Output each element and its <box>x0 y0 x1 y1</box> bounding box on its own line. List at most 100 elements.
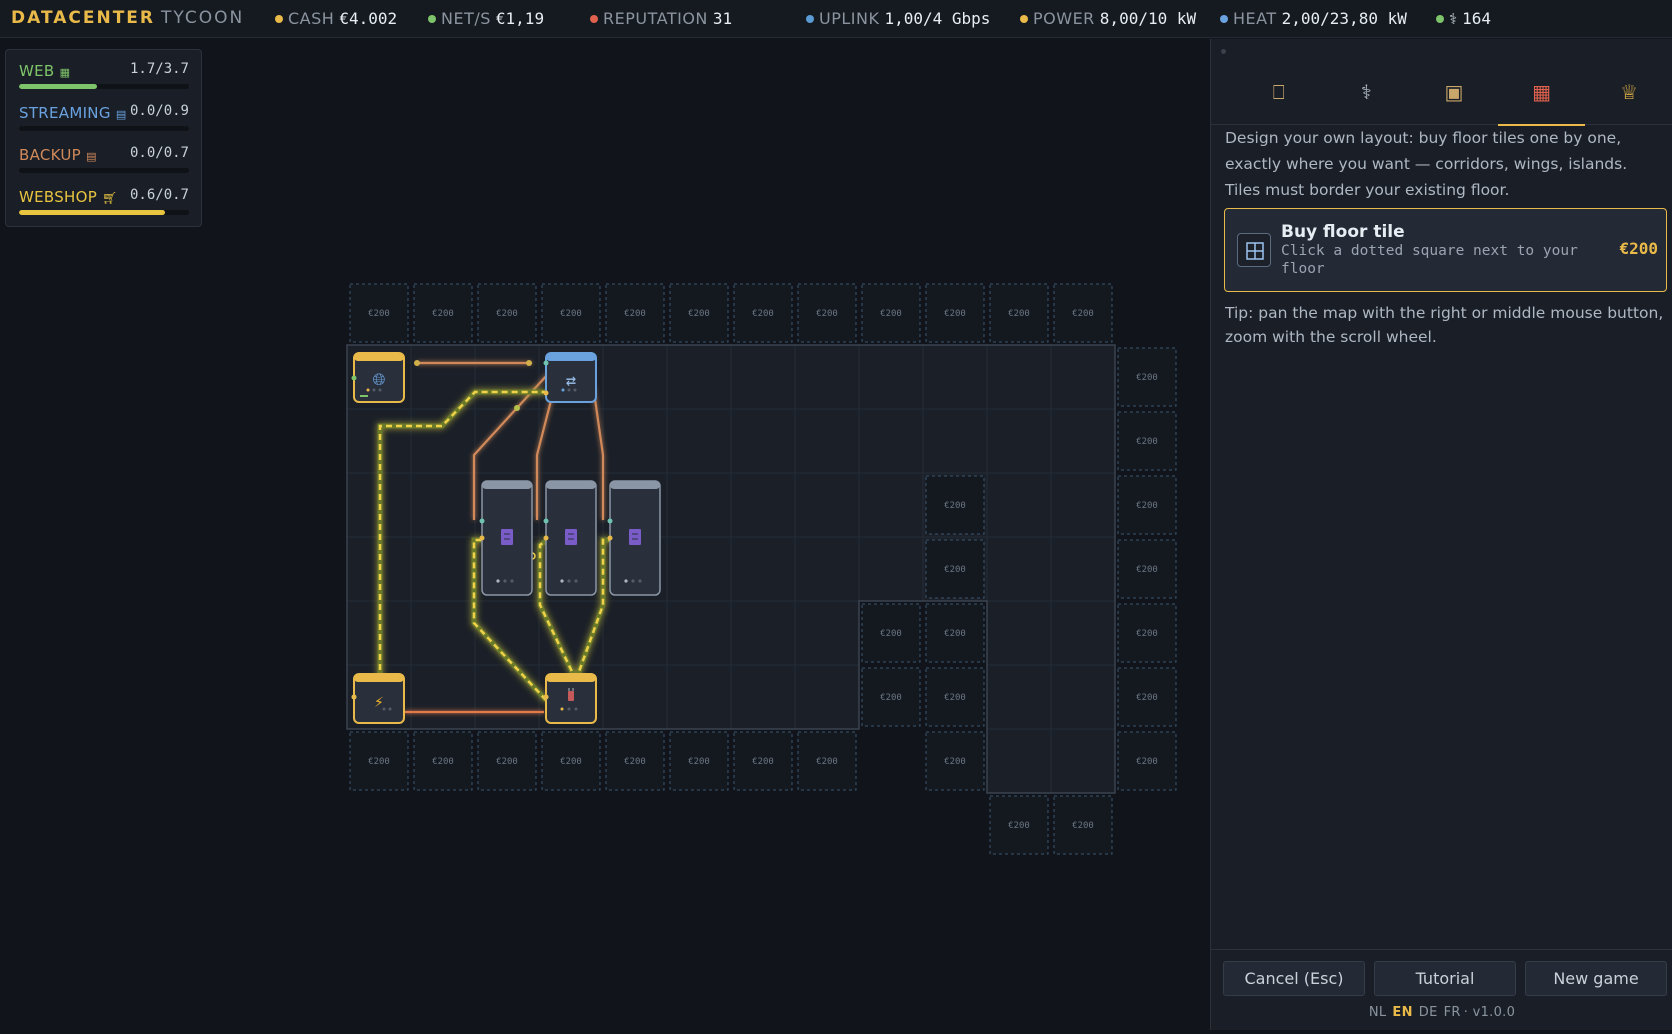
buyable-tile[interactable]: €200 <box>669 283 729 343</box>
buyable-tile[interactable]: €200 <box>797 283 857 343</box>
buyable-tile[interactable]: €200 <box>797 731 857 791</box>
buyable-tile[interactable]: €200 <box>413 731 473 791</box>
buyable-tile[interactable]: €200 <box>989 795 1049 855</box>
cancel-button[interactable]: Cancel (Esc) <box>1223 961 1365 996</box>
buyable-tile[interactable]: €200 <box>477 283 537 343</box>
buyable-tile[interactable]: €200 <box>925 731 985 791</box>
buyable-tile[interactable]: €200 <box>1117 667 1177 727</box>
tile-price-label: €200 <box>1136 437 1158 447</box>
server-icon <box>501 529 513 545</box>
tile-price-label: €200 <box>1072 309 1094 319</box>
brand-main: DATACENTER <box>11 8 155 28</box>
stat-net-value: €1,19 <box>495 9 545 28</box>
map-canvas[interactable]: €200 €200 €200 €200 €200 €200 €200 €200 €200 €200… <box>0 39 1210 1030</box>
language-de[interactable]: DE <box>1419 1005 1438 1020</box>
language-nl[interactable]: NL <box>1369 1005 1387 1020</box>
research-dot-icon <box>1436 14 1444 23</box>
buyable-tile[interactable]: €200 <box>1053 283 1113 343</box>
power-dot-icon <box>1020 14 1028 23</box>
globe-icon: 🌐︎ <box>373 370 386 389</box>
stat-power-value: 8,00/10 kW <box>1099 9 1197 28</box>
brand-sub: TYCOON <box>161 8 245 28</box>
new-game-button[interactable]: New game <box>1525 961 1667 996</box>
tab-inventory[interactable]: ▣ <box>1410 59 1498 125</box>
buyable-tile[interactable]: €200 <box>541 731 601 791</box>
floor-tile <box>666 344 732 410</box>
stat-cash-value: €4.002 <box>339 9 398 28</box>
server-1[interactable] <box>481 480 533 596</box>
tile-price-label: €200 <box>368 757 390 767</box>
buyable-tile[interactable]: €200 <box>669 731 729 791</box>
buy-card-title: Buy floor tile <box>1281 222 1405 242</box>
stat-heat: HEAT 2,00/23,80 kW <box>1220 9 1407 28</box>
floor-tile <box>410 536 476 602</box>
buyable-tile[interactable]: €200 <box>1117 475 1177 535</box>
tab-build[interactable]: ⎕ <box>1235 59 1323 125</box>
buyable-tile[interactable]: €200 <box>733 731 793 791</box>
heat-dot-icon <box>1220 14 1228 23</box>
buyable-tile[interactable]: €200 <box>861 603 921 663</box>
tab-achievements[interactable]: ♕ <box>1585 59 1672 125</box>
power-supply[interactable]: ⚡︎ <box>351 673 405 724</box>
buyable-tile[interactable]: €200 <box>1117 539 1177 599</box>
floor-tile <box>858 472 924 538</box>
stat-power-label: POWER <box>1033 9 1095 28</box>
buyable-tile[interactable]: €200 <box>1117 731 1177 791</box>
floor-tile <box>730 408 796 474</box>
floor-tile <box>602 344 668 410</box>
floor-tile <box>1050 728 1116 794</box>
tile-price-label: €200 <box>432 309 454 319</box>
floor-tile <box>666 536 732 602</box>
buyable-tile[interactable]: €200 <box>1053 795 1113 855</box>
buyable-tile[interactable]: €200 <box>413 283 473 343</box>
buyable-tile[interactable]: €200 <box>925 539 985 599</box>
buyable-tile[interactable]: €200 <box>925 283 985 343</box>
buyable-tile[interactable]: €200 <box>477 731 537 791</box>
buyable-tile[interactable]: €200 <box>349 731 409 791</box>
buyable-tile[interactable]: €200 <box>989 283 1049 343</box>
buyable-tile[interactable]: €200 <box>1117 347 1177 407</box>
buyable-tile[interactable]: €200 <box>605 283 665 343</box>
floor-tile <box>1050 472 1116 538</box>
buyable-tile[interactable]: €200 <box>861 667 921 727</box>
buyable-tile[interactable]: €200 <box>605 731 665 791</box>
tile-price-label: €200 <box>880 693 902 703</box>
buyable-tile[interactable]: €200 <box>925 667 985 727</box>
floor-tile <box>730 536 796 602</box>
network-switch[interactable]: ⇄ <box>545 352 597 403</box>
sidebar-handle[interactable] <box>1221 49 1226 54</box>
server-icon <box>565 529 577 545</box>
buyable-tile[interactable]: €200 <box>541 283 601 343</box>
tile-price-label: €200 <box>688 757 710 767</box>
tutorial-button[interactable]: Tutorial <box>1374 961 1516 996</box>
stat-research: ⚕ 164 <box>1436 9 1491 28</box>
tile-price-label: €200 <box>752 309 774 319</box>
server-2[interactable] <box>545 480 597 596</box>
stat-uplink-label: UPLINK <box>819 9 880 28</box>
buyable-tile[interactable]: €200 <box>925 603 985 663</box>
buyable-tile[interactable]: €200 <box>349 283 409 343</box>
floor-tile <box>922 344 988 410</box>
language-fr[interactable]: FR <box>1444 1005 1461 1020</box>
buyable-tile[interactable]: €200 <box>861 283 921 343</box>
buyable-tile[interactable]: €200 <box>733 283 793 343</box>
power-distribution[interactable] <box>543 673 597 724</box>
buy-card-subtitle: Click a dotted square next to your floor <box>1281 243 1578 277</box>
floor-tile <box>794 472 860 538</box>
tab-floor[interactable]: ▦ <box>1497 59 1586 126</box>
buyable-tile[interactable]: €200 <box>925 475 985 535</box>
tab-research[interactable]: ⚕ <box>1323 59 1411 125</box>
internet-gateway[interactable]: 🌐︎ <box>351 352 405 403</box>
map-tip: Tip: pan the map with the right or middl… <box>1225 304 1664 346</box>
floor-tile <box>602 408 668 474</box>
lightning-icon: ⚡︎ <box>374 692 384 711</box>
floor-tile <box>794 344 860 410</box>
datacenter-map[interactable]: €200 €200 €200 €200 €200 €200 €200 €200 €200 €200… <box>0 39 1210 1030</box>
buy-floor-tile-card[interactable]: Buy floor tile Click a dotted square nex… <box>1224 208 1667 292</box>
floor-tile <box>858 536 924 602</box>
floor-description: Design your own layout: buy floor tiles … <box>1225 129 1628 199</box>
language-en[interactable]: EN <box>1392 1005 1412 1020</box>
server-3[interactable] <box>609 480 661 596</box>
buyable-tile[interactable]: €200 <box>1117 603 1177 663</box>
buyable-tile[interactable]: €200 <box>1117 411 1177 471</box>
